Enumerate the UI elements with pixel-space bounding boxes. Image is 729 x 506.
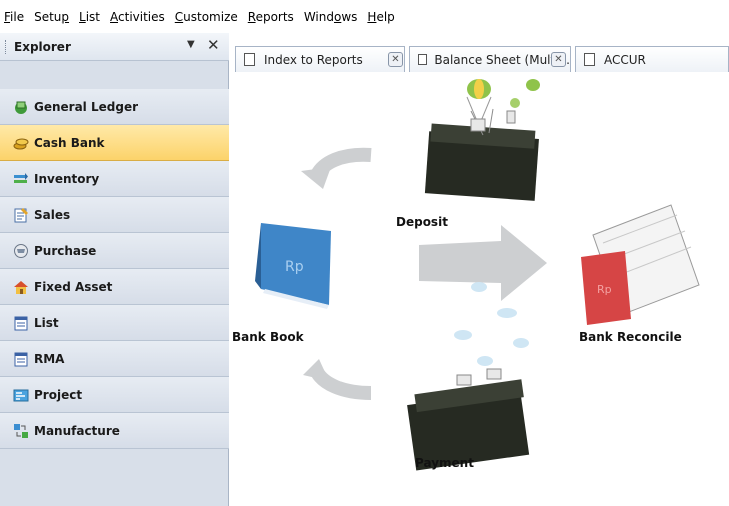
module-general-ledger[interactable]: General Ledger	[0, 89, 229, 125]
sales-icon	[13, 207, 29, 223]
explorer-header: Explorer ▼ ✕	[0, 33, 229, 61]
menu-activities[interactable]: Activities	[110, 10, 165, 24]
module-label: Purchase	[34, 243, 97, 258]
document-icon	[584, 53, 595, 66]
menu-list[interactable]: List	[79, 10, 100, 24]
explorer-title: Explorer	[14, 39, 71, 54]
module-rma[interactable]: RMA	[0, 341, 229, 377]
fixed-asset-icon	[13, 279, 29, 295]
deposit-wallet-icon	[424, 79, 540, 201]
menu-windows[interactable]: Windows	[304, 10, 358, 24]
rma-icon	[13, 351, 29, 367]
module-label: General Ledger	[34, 99, 138, 114]
module-inventory[interactable]: Inventory	[0, 161, 229, 197]
bank-book-icon: Rp	[255, 223, 331, 309]
module-label: Fixed Asset	[34, 279, 113, 294]
module-list: General Ledger Cash Bank Inventory Sales…	[0, 89, 229, 449]
tab-label: ACCUR	[604, 52, 646, 67]
report-icon	[418, 54, 428, 65]
module-label: RMA	[34, 351, 65, 366]
module-manufacture[interactable]: Manufacture	[0, 413, 229, 449]
purchase-icon	[13, 243, 29, 259]
menu-setup[interactable]: Setup	[34, 10, 69, 24]
document-tab-bar: Index to Reports ✕ Balance Sheet (Multi.…	[231, 33, 729, 75]
diagram-canvas: Rp Rp	[255, 79, 700, 471]
tab-accur[interactable]: ACCUR	[575, 46, 729, 72]
payment-label[interactable]: Payment	[415, 456, 474, 470]
module-project[interactable]: Project	[0, 377, 229, 413]
module-label: Inventory	[34, 171, 100, 186]
module-purchase[interactable]: Purchase	[0, 233, 229, 269]
close-icon[interactable]: ✕	[388, 52, 403, 67]
menu-reports[interactable]: Reports	[248, 10, 294, 24]
tab-label: Index to Reports	[264, 52, 363, 67]
close-icon[interactable]: ✕	[207, 36, 220, 54]
bank-book-label[interactable]: Bank Book	[232, 330, 304, 344]
payment-wallet-icon	[407, 282, 530, 471]
module-label: List	[34, 315, 59, 330]
module-label: Project	[34, 387, 83, 402]
bank-reconcile-icon: Rp	[581, 204, 700, 325]
module-list[interactable]: List	[0, 305, 229, 341]
general-ledger-icon	[13, 99, 29, 115]
module-sales[interactable]: Sales	[0, 197, 229, 233]
tab-label: Balance Sheet (Multi...	[434, 52, 570, 67]
bank-reconcile-label[interactable]: Bank Reconcile	[579, 330, 682, 344]
module-label: Manufacture	[34, 423, 120, 438]
menu-help[interactable]: Help	[367, 10, 394, 24]
curved-arrow-icon	[301, 147, 372, 189]
list-icon	[13, 315, 29, 331]
curved-arrow-icon	[303, 359, 372, 400]
module-cash-bank[interactable]: Cash Bank	[0, 125, 229, 161]
module-label: Sales	[34, 207, 71, 222]
chevron-down-icon[interactable]: ▼	[187, 39, 195, 50]
module-fixed-asset[interactable]: Fixed Asset	[0, 269, 229, 305]
menu-file[interactable]: File	[4, 10, 24, 24]
deposit-label[interactable]: Deposit	[396, 215, 448, 229]
tab-index-to-reports[interactable]: Index to Reports ✕	[235, 46, 405, 72]
bank-reconcile-rp-text: Rp	[597, 283, 612, 296]
cash-bank-icon	[13, 135, 29, 151]
inventory-icon	[13, 171, 29, 187]
cash-bank-flow-diagram: Rp Rp Deposit Bank Book Bank Reconcile P…	[231, 75, 729, 506]
menu-bar: File Setup List Activities Customize Rep…	[0, 0, 729, 33]
bank-book-rp-text: Rp	[285, 259, 304, 275]
grip-handle-icon[interactable]	[5, 40, 7, 54]
menu-customize[interactable]: Customize	[175, 10, 238, 24]
close-icon[interactable]: ✕	[551, 52, 566, 67]
tab-balance-sheet[interactable]: Balance Sheet (Multi... ✕	[409, 46, 571, 72]
manufacture-icon	[13, 423, 29, 439]
document-icon	[244, 53, 255, 66]
module-label: Cash Bank	[34, 135, 105, 150]
project-icon	[13, 387, 29, 403]
explorer-sidebar: Explorer ▼ ✕ General Ledger Cash Bank In…	[0, 33, 229, 506]
